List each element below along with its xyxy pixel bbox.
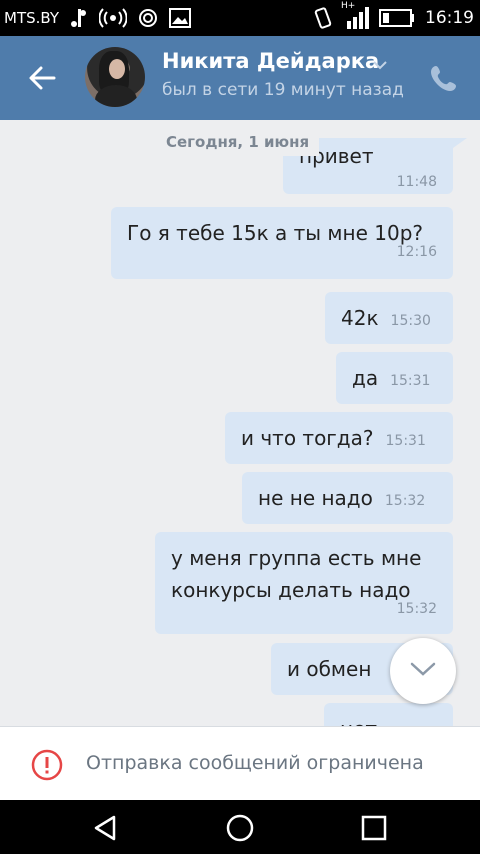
- send-restricted-notice: Отправка сообщений ограничена: [0, 726, 480, 800]
- message-text: нет: [340, 717, 377, 726]
- date-separator: Сегодня, 1 июня: [156, 128, 320, 156]
- gallery-icon: [169, 8, 192, 28]
- message-text: Го я тебе 15к а ты мне 10р?: [127, 221, 424, 245]
- message-time: 15:31: [385, 433, 426, 449]
- phone-icon[interactable]: [428, 62, 460, 94]
- network-type-label: H+: [341, 1, 356, 11]
- cell-signal-icon: H+: [341, 1, 369, 29]
- message-bubble[interactable]: нет: [324, 703, 453, 726]
- message-bubble[interactable]: 42к 15:30: [325, 292, 453, 344]
- vibrate-icon: [313, 7, 333, 29]
- message-time: 15:30: [390, 313, 431, 329]
- message-time: 15:32: [384, 493, 426, 509]
- alert-circle-icon: [31, 749, 63, 781]
- status-bar: MTS.BY H+ 16:19: [0, 0, 480, 36]
- chevron-down-icon[interactable]: [372, 56, 388, 70]
- battery-icon: [379, 9, 415, 27]
- message-text: и что тогда?: [241, 426, 374, 450]
- message-bubble[interactable]: у меня группа есть мне конкурсы делать н…: [155, 532, 453, 634]
- recents-square-icon[interactable]: [358, 812, 390, 844]
- notice-text: Отправка сообщений ограничена: [86, 752, 424, 774]
- message-list[interactable]: Сегодня, 1 июня привет 11:48 Го я тебе 15…: [0, 120, 480, 726]
- home-circle-icon[interactable]: [224, 812, 256, 844]
- message-time: 12:16: [396, 244, 437, 260]
- message-bubble[interactable]: да 15:31: [336, 352, 453, 404]
- message-time: 15:32: [396, 601, 437, 617]
- signal-broadcast-icon: [99, 8, 128, 28]
- message-time: 15:31: [390, 373, 431, 389]
- target-icon: [137, 7, 159, 29]
- message-text: у меня группа есть мне конкурсы делать н…: [171, 546, 422, 602]
- chat-header: Никита Дейдарка был в сети 19 минут наза…: [0, 36, 480, 120]
- message-bubble[interactable]: и что тогда? 15:31: [225, 412, 453, 464]
- bubble-tail: [453, 138, 467, 148]
- message-time: 11:48: [396, 174, 437, 190]
- message-text: и обмен: [287, 657, 372, 681]
- message-bubble[interactable]: не не надо 15:32: [242, 472, 453, 524]
- back-arrow-icon[interactable]: [26, 62, 58, 94]
- clock-label: 16:19: [425, 8, 474, 28]
- carrier-label: MTS.BY: [4, 9, 60, 27]
- usb-icon: [69, 7, 89, 29]
- chevron-down-icon: [409, 661, 437, 681]
- back-triangle-icon[interactable]: [90, 812, 122, 844]
- contact-status: был в сети 19 минут назад: [162, 80, 404, 100]
- navigation-bar: [0, 800, 480, 854]
- message-text: не не надо: [258, 486, 373, 510]
- avatar[interactable]: [85, 47, 145, 107]
- contact-name[interactable]: Никита Дейдарка: [162, 49, 379, 73]
- scroll-down-button[interactable]: [390, 638, 456, 704]
- message-bubble[interactable]: Го я тебе 15к а ты мне 10р? 12:16: [111, 207, 453, 279]
- message-text: да: [352, 366, 379, 390]
- message-text: 42к: [341, 306, 379, 330]
